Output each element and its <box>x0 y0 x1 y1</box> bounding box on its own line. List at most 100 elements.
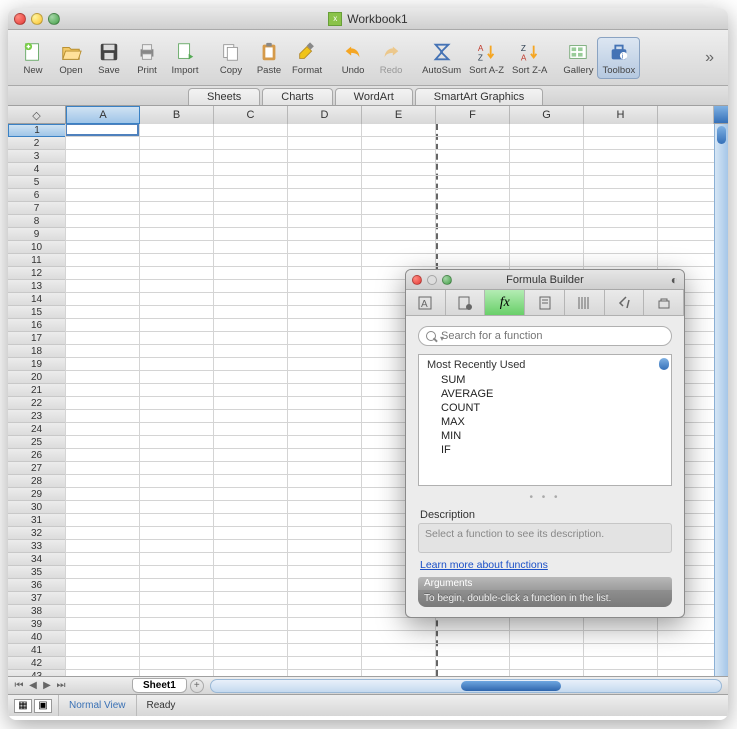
formatting-palette-tab[interactable]: A <box>406 290 446 315</box>
save-button[interactable]: Save <box>90 38 128 78</box>
function-search-input[interactable] <box>418 326 672 346</box>
row-header[interactable]: 25 <box>8 436 66 449</box>
sheet-nav-next[interactable]: ▶ <box>40 679 54 693</box>
row-header[interactable]: 24 <box>8 423 66 436</box>
column-header[interactable]: H <box>584 106 658 124</box>
row-header[interactable]: 27 <box>8 462 66 475</box>
row-header[interactable]: 15 <box>8 306 66 319</box>
column-header[interactable]: D <box>288 106 362 124</box>
row-header[interactable]: 3 <box>8 150 66 163</box>
sheet-nav-first[interactable]: ⏮ <box>12 679 26 693</box>
function-list[interactable]: Most Recently Used SUM AVERAGE COUNT MAX… <box>418 354 672 486</box>
function-item[interactable]: COUNT <box>427 401 663 415</box>
row-header[interactable]: 38 <box>8 605 66 618</box>
row-header[interactable]: 39 <box>8 618 66 631</box>
select-all-corner[interactable]: ◇ <box>8 106 66 124</box>
row-header[interactable]: 6 <box>8 189 66 202</box>
formula-builder-titlebar[interactable]: Formula Builder ◐ <box>406 270 684 290</box>
new-button[interactable]: New <box>14 38 52 78</box>
row-header[interactable]: 30 <box>8 501 66 514</box>
import-button[interactable]: Import <box>166 38 204 78</box>
compatibility-tab[interactable] <box>605 290 645 315</box>
row-header[interactable]: 4 <box>8 163 66 176</box>
row-header[interactable]: 22 <box>8 397 66 410</box>
row-header[interactable]: 14 <box>8 293 66 306</box>
row-header[interactable]: 17 <box>8 332 66 345</box>
open-button[interactable]: Open <box>52 38 90 78</box>
row-header[interactable]: 34 <box>8 553 66 566</box>
row-header[interactable]: 26 <box>8 449 66 462</box>
row-header[interactable]: 8 <box>8 215 66 228</box>
view-mode-label[interactable]: Normal View <box>58 695 136 716</box>
tab-sheets[interactable]: Sheets <box>188 88 260 105</box>
row-header[interactable]: 9 <box>8 228 66 241</box>
row-header[interactable]: 43 <box>8 670 66 676</box>
row-header[interactable]: 13 <box>8 280 66 293</box>
function-item[interactable]: IF <box>427 443 663 457</box>
row-header[interactable]: 5 <box>8 176 66 189</box>
row-header[interactable]: 33 <box>8 540 66 553</box>
function-search-box[interactable]: ▾ <box>418 326 672 346</box>
row-header[interactable]: 32 <box>8 527 66 540</box>
row-header[interactable]: 16 <box>8 319 66 332</box>
tab-smartart[interactable]: SmartArt Graphics <box>415 88 543 105</box>
row-header[interactable]: 19 <box>8 358 66 371</box>
function-item[interactable]: MIN <box>427 429 663 443</box>
project-palette-tab[interactable] <box>644 290 684 315</box>
row-header[interactable]: 29 <box>8 488 66 501</box>
sheet-nav-prev[interactable]: ◀ <box>26 679 40 693</box>
row-header[interactable]: 12 <box>8 267 66 280</box>
tab-charts[interactable]: Charts <box>262 88 332 105</box>
scrapbook-tab[interactable] <box>525 290 565 315</box>
row-header[interactable]: 35 <box>8 566 66 579</box>
row-header[interactable]: 41 <box>8 644 66 657</box>
gallery-button[interactable]: Gallery <box>559 38 597 78</box>
page-layout-view-icon[interactable]: ▣ <box>34 699 52 713</box>
object-palette-tab[interactable] <box>446 290 486 315</box>
row-header[interactable]: 20 <box>8 371 66 384</box>
learn-more-link[interactable]: Learn more about functions <box>420 559 548 571</box>
redo-button[interactable]: Redo <box>372 38 410 78</box>
column-header[interactable]: A <box>66 106 140 124</box>
row-header[interactable]: 2 <box>8 137 66 150</box>
row-header[interactable]: 10 <box>8 241 66 254</box>
search-dropdown-icon[interactable]: ▾ <box>440 334 444 343</box>
sort-az-button[interactable]: AZ Sort A-Z <box>465 38 508 78</box>
paste-button[interactable]: Paste <box>250 38 288 78</box>
tab-wordart[interactable]: WordArt <box>335 88 413 105</box>
add-sheet-button[interactable]: + <box>190 679 204 693</box>
sort-za-button[interactable]: ZA Sort Z-A <box>508 38 551 78</box>
function-item[interactable]: MAX <box>427 415 663 429</box>
row-header[interactable]: 42 <box>8 657 66 670</box>
toolbox-button[interactable]: i Toolbox <box>597 37 640 79</box>
row-header[interactable]: 21 <box>8 384 66 397</box>
sheet-tab[interactable]: Sheet1 <box>132 678 187 693</box>
autosum-button[interactable]: AutoSum <box>418 38 465 78</box>
column-header[interactable]: E <box>362 106 436 124</box>
function-item[interactable]: SUM <box>427 373 663 387</box>
resize-grip-icon[interactable]: • • • <box>406 492 684 503</box>
undo-button[interactable]: Undo <box>334 38 372 78</box>
format-button[interactable]: Format <box>288 38 326 78</box>
sheet-nav-last[interactable]: ⏭ <box>54 679 68 693</box>
row-header[interactable]: 7 <box>8 202 66 215</box>
row-header[interactable]: 11 <box>8 254 66 267</box>
row-header[interactable]: 28 <box>8 475 66 488</box>
row-header[interactable]: 18 <box>8 345 66 358</box>
function-item[interactable]: AVERAGE <box>427 387 663 401</box>
copy-button[interactable]: Copy <box>212 38 250 78</box>
toolbar-overflow-button[interactable]: » <box>697 49 722 67</box>
column-header[interactable]: F <box>436 106 510 124</box>
reference-tools-tab[interactable] <box>565 290 605 315</box>
horizontal-scrollbar[interactable] <box>210 679 722 693</box>
row-header[interactable]: 31 <box>8 514 66 527</box>
vertical-scrollbar[interactable] <box>714 124 728 676</box>
print-button[interactable]: Print <box>128 38 166 78</box>
row-header[interactable]: 36 <box>8 579 66 592</box>
column-header[interactable]: G <box>510 106 584 124</box>
function-list-scrollbar[interactable] <box>658 356 670 484</box>
row-header[interactable]: 40 <box>8 631 66 644</box>
row-header[interactable]: 1 <box>8 124 66 137</box>
formula-builder-tab[interactable]: fx <box>485 290 525 315</box>
row-header[interactable]: 23 <box>8 410 66 423</box>
